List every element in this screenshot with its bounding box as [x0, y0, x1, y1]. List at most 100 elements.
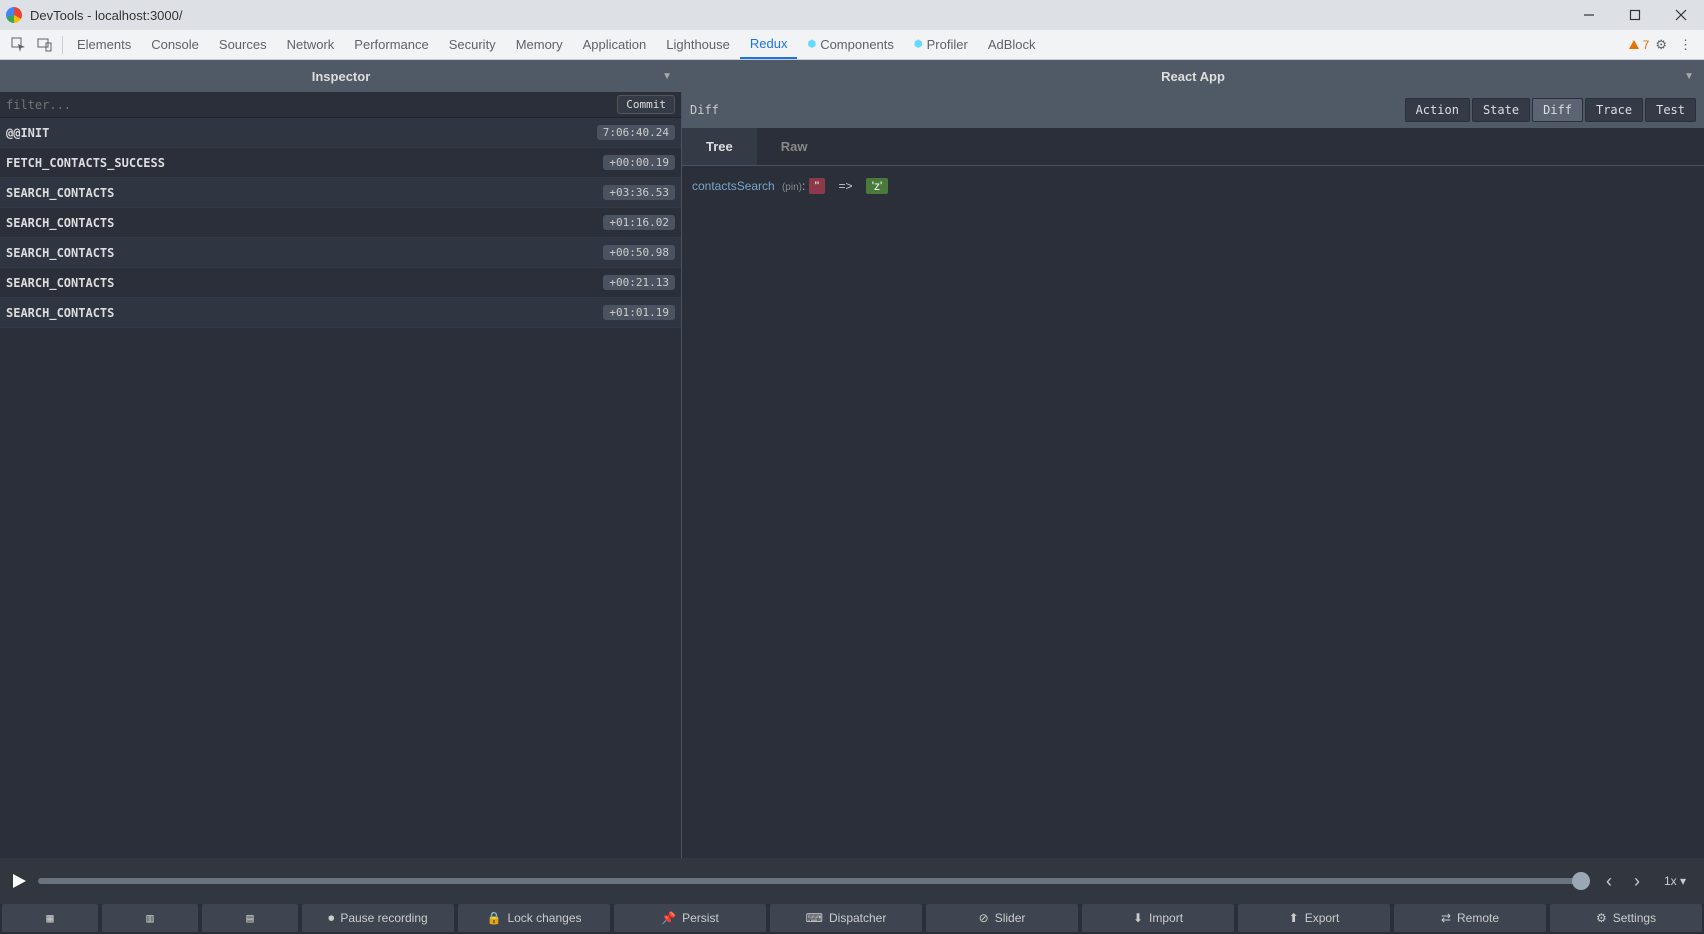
device-toggle-icon[interactable] [36, 36, 54, 54]
view-button-state[interactable]: State [1472, 98, 1530, 122]
tab-label: Components [820, 37, 894, 52]
maximize-button[interactable] [1612, 0, 1658, 30]
action-row[interactable]: SEARCH_CONTACTS+00:50.98 [0, 238, 681, 268]
bottom-button-lock-changes[interactable]: 🔒Lock changes [458, 904, 610, 932]
bottom-toolbar: ▦ ▥ ▤ ⏺Pause recording🔒Lock changes📌Pers… [0, 904, 1704, 934]
close-button[interactable] [1658, 0, 1704, 30]
diff-content: contactsSearch (pin): '' => 'z' [682, 166, 1704, 858]
diff-key: contactsSearch [692, 179, 775, 193]
action-name: SEARCH_CONTACTS [6, 186, 603, 200]
view-button-trace[interactable]: Trace [1585, 98, 1643, 122]
bottom-button-pause-recording[interactable]: ⏺Pause recording [302, 904, 454, 932]
step-back-button[interactable]: ‹ [1600, 871, 1618, 892]
button-label: Lock changes [507, 911, 581, 925]
filter-input[interactable] [0, 98, 617, 112]
action-time: +01:16.02 [603, 215, 675, 230]
pin-label[interactable]: (pin) [782, 182, 802, 193]
button-label: Remote [1457, 911, 1499, 925]
devtools-tab-elements[interactable]: Elements [67, 31, 141, 59]
diff-old-value: '' [809, 178, 826, 194]
bottom-button-import[interactable]: ⬇ Import [1082, 904, 1234, 932]
chevron-down-icon[interactable]: ▼ [662, 71, 672, 82]
inspect-element-icon[interactable] [10, 36, 28, 54]
window-titlebar: DevTools - localhost:3000/ [0, 0, 1704, 30]
speed-selector[interactable]: 1x ▾ [1656, 874, 1694, 888]
bottom-button-remote[interactable]: ⇄Remote [1394, 904, 1546, 932]
react-icon: ⬢ [807, 39, 816, 50]
layout-button-3[interactable]: ▤ [202, 904, 298, 932]
minimize-button[interactable] [1566, 0, 1612, 30]
inspector-panel-title: Inspector [312, 69, 371, 84]
commit-button[interactable]: Commit [617, 95, 675, 114]
view-button-action[interactable]: Action [1405, 98, 1470, 122]
timeline-track[interactable] [38, 878, 1590, 884]
inspector-panel-header: Inspector ▼ [0, 60, 682, 92]
more-icon[interactable]: ⋮ [1679, 37, 1692, 53]
tab-label: Console [151, 37, 199, 52]
view-button-diff[interactable]: Diff [1532, 98, 1583, 122]
devtools-tab-profiler[interactable]: ⬢ Profiler [904, 31, 978, 59]
devtools-tab-network[interactable]: Network [277, 31, 345, 59]
action-row[interactable]: FETCH_CONTACTS_SUCCESS+00:00.19 [0, 148, 681, 178]
layout-button-2[interactable]: ▥ [102, 904, 198, 932]
diff-arrow: => [838, 179, 852, 193]
button-label: Slider [995, 911, 1026, 925]
bottom-button-settings[interactable]: ⚙Settings [1550, 904, 1702, 932]
devtools-tab-components[interactable]: ⬢ Components [797, 31, 903, 59]
devtools-tab-security[interactable]: Security [439, 31, 506, 59]
action-name: SEARCH_CONTACTS [6, 246, 603, 260]
action-time: +00:21.13 [603, 275, 675, 290]
bottom-button-persist[interactable]: 📌Persist [614, 904, 766, 932]
action-time: 7:06:40.24 [597, 125, 675, 140]
window-title: DevTools - localhost:3000/ [30, 8, 1566, 23]
action-name: SEARCH_CONTACTS [6, 216, 603, 230]
devtools-tab-adblock[interactable]: AdBlock [978, 31, 1046, 59]
action-row[interactable]: @@INIT7:06:40.24 [0, 118, 681, 148]
bottom-button-export[interactable]: ⬆Export [1238, 904, 1390, 932]
action-row[interactable]: SEARCH_CONTACTS+03:36.53 [0, 178, 681, 208]
bottom-button-slider[interactable]: ⊘Slider [926, 904, 1078, 932]
tab-label: Network [287, 37, 335, 52]
settings-icon: ⚙ [1596, 911, 1607, 925]
layout-button-1[interactable]: ▦ [2, 904, 98, 932]
devtools-tab-performance[interactable]: Performance [344, 31, 438, 59]
diff-tabs: TreeRaw [682, 128, 1704, 166]
view-button-test[interactable]: Test [1645, 98, 1696, 122]
action-row[interactable]: SEARCH_CONTACTS+01:16.02 [0, 208, 681, 238]
warnings-indicator[interactable]: 7 [1628, 38, 1650, 52]
action-row[interactable]: SEARCH_CONTACTS+00:21.13 [0, 268, 681, 298]
detail-panel: Diff ActionStateDiffTraceTest TreeRaw co… [682, 92, 1704, 858]
devtools-tab-lighthouse[interactable]: Lighthouse [656, 31, 740, 59]
timeline-handle[interactable] [1572, 872, 1590, 890]
settings-icon[interactable]: ⚙ [1655, 37, 1667, 53]
right-panel-title: React App [1161, 69, 1225, 84]
tab-label: Profiler [927, 37, 968, 52]
right-panel-header: React App ▼ [682, 60, 1704, 92]
diff-tab-raw[interactable]: Raw [757, 128, 832, 165]
chevron-down-icon[interactable]: ▼ [1684, 71, 1694, 82]
step-forward-button[interactable]: › [1628, 871, 1646, 892]
button-label: Dispatcher [829, 911, 886, 925]
action-name: SEARCH_CONTACTS [6, 306, 603, 320]
action-time: +03:36.53 [603, 185, 675, 200]
devtools-tab-sources[interactable]: Sources [209, 31, 277, 59]
detail-title: Diff [690, 103, 1403, 117]
diff-tab-tree[interactable]: Tree [682, 128, 757, 165]
react-icon: ⬢ [914, 39, 923, 50]
bottom-button-dispatcher[interactable]: ⌨Dispatcher [770, 904, 922, 932]
devtools-tab-memory[interactable]: Memory [506, 31, 573, 59]
action-row[interactable]: SEARCH_CONTACTS+01:01.19 [0, 298, 681, 328]
divider [62, 36, 63, 54]
tab-label: Redux [750, 36, 788, 51]
devtools-tab-application[interactable]: Application [573, 31, 657, 59]
play-button[interactable] [10, 872, 28, 890]
devtools-tab-console[interactable]: Console [141, 31, 209, 59]
button-label: Import [1149, 911, 1183, 925]
panel-headers: Inspector ▼ React App ▼ [0, 60, 1704, 92]
devtools-tab-redux[interactable]: Redux [740, 31, 798, 59]
tab-label: Application [583, 37, 647, 52]
action-list: @@INIT7:06:40.24FETCH_CONTACTS_SUCCESS+0… [0, 118, 681, 858]
tab-label: Lighthouse [666, 37, 730, 52]
warnings-count: 7 [1643, 38, 1650, 52]
import-icon: ⬇ [1133, 911, 1143, 925]
